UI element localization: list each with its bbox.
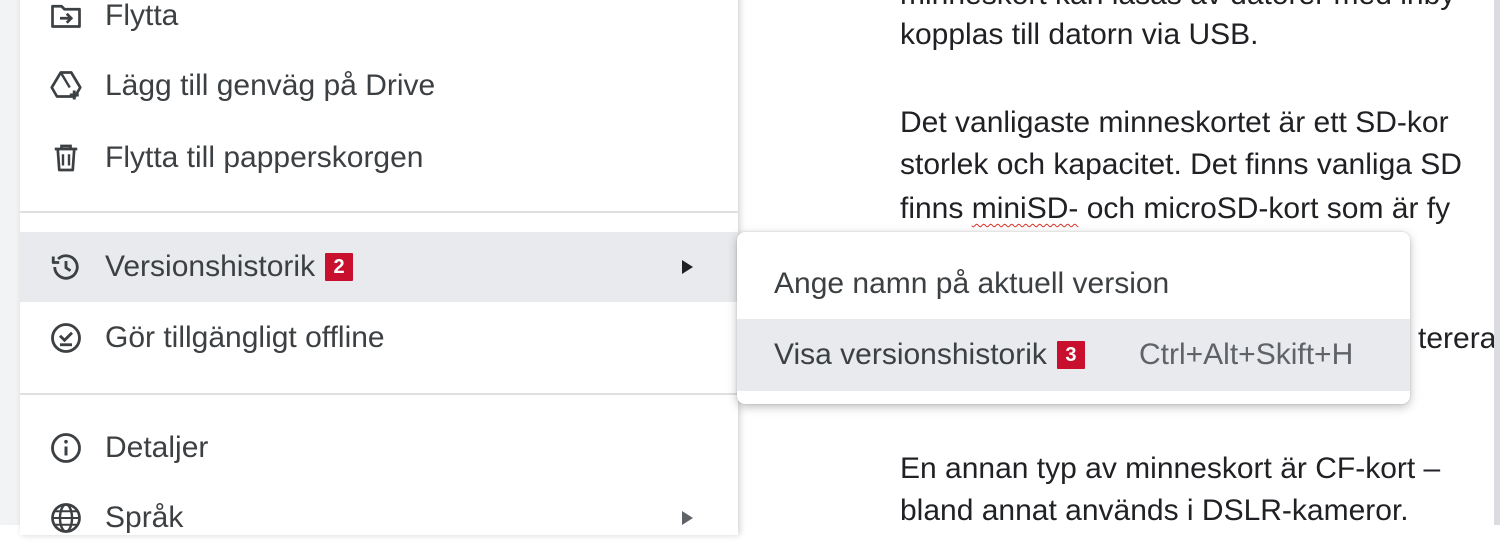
doc-line: En annan typ av minneskort är CF-kort –	[900, 452, 1441, 485]
info-icon	[51, 433, 81, 463]
move-folder-icon	[51, 4, 81, 28]
menu-item-offline[interactable]: Gör tillgängligt offline	[20, 303, 738, 373]
keyboard-shortcut: Ctrl+Alt+Skift+H	[1139, 338, 1354, 371]
menu-item-label: Flytta till papperskorgen	[105, 141, 424, 174]
doc-line: bland annat används i DSLR-kameror.	[900, 494, 1409, 525]
doc-line: finns miniSD- och microSD-kort som är fy	[900, 192, 1451, 225]
menu-item-label: Versionshistorik 2	[105, 250, 354, 284]
doc-line: minneskort kan läsas av datorer med inby	[900, 0, 1455, 12]
submenu-arrow-icon	[682, 260, 693, 274]
menu-divider	[20, 211, 738, 213]
drive-shortcut-icon	[50, 71, 82, 100]
submenu-item-label: Ange namn på aktuell version	[774, 267, 1170, 300]
doc-line: storlek och kapacitet. Det finns vanliga…	[900, 148, 1462, 181]
submenu-item-label: Visa versionshistorik 3	[774, 338, 1085, 372]
submenu-arrow-icon	[682, 511, 693, 525]
menu-item-details[interactable]: Detaljer	[20, 413, 738, 483]
step-badge: 3	[1056, 341, 1085, 369]
submenu-item-see-version-history[interactable]: Visa versionshistorik 3 Ctrl+Alt+Skift+H	[737, 319, 1410, 391]
menu-item-label: Lägg till genväg på Drive	[105, 69, 436, 102]
history-icon	[51, 254, 79, 280]
scrollbar[interactable]	[1494, 0, 1500, 525]
version-history-submenu: Ange namn på aktuell version Visa versio…	[737, 232, 1410, 404]
menu-item-version-history[interactable]: Versionshistorik 2	[20, 232, 738, 302]
trash-icon	[54, 144, 78, 172]
page-left-edge	[0, 0, 21, 525]
doc-line: kopplas till datorn via USB.	[900, 18, 1259, 51]
menu-item-label: Flytta	[105, 0, 179, 32]
menu-item-add-shortcut[interactable]: Lägg till genväg på Drive	[20, 51, 738, 121]
submenu-item-name-version[interactable]: Ange namn på aktuell version	[737, 248, 1410, 320]
menu-item-trash[interactable]: Flytta till papperskorgen	[20, 123, 738, 193]
doc-line: tereras	[1418, 322, 1500, 355]
menu-divider	[20, 393, 738, 395]
globe-icon	[51, 503, 81, 533]
menu-item-move[interactable]: Flytta	[20, 0, 738, 51]
menu-item-label: Detaljer	[105, 431, 209, 464]
menu-item-label: Gör tillgängligt offline	[105, 321, 385, 354]
doc-line: Det vanligaste minneskortet är ett SD-ko…	[900, 106, 1449, 139]
spellcheck-word: miniSD-	[971, 192, 1079, 225]
context-menu: Flytta Lägg till genväg på Drive Flytta …	[20, 0, 738, 535]
step-badge: 2	[325, 253, 354, 281]
offline-check-icon	[51, 323, 81, 353]
menu-item-label: Språk	[105, 501, 184, 534]
menu-item-language[interactable]: Språk	[20, 483, 738, 553]
